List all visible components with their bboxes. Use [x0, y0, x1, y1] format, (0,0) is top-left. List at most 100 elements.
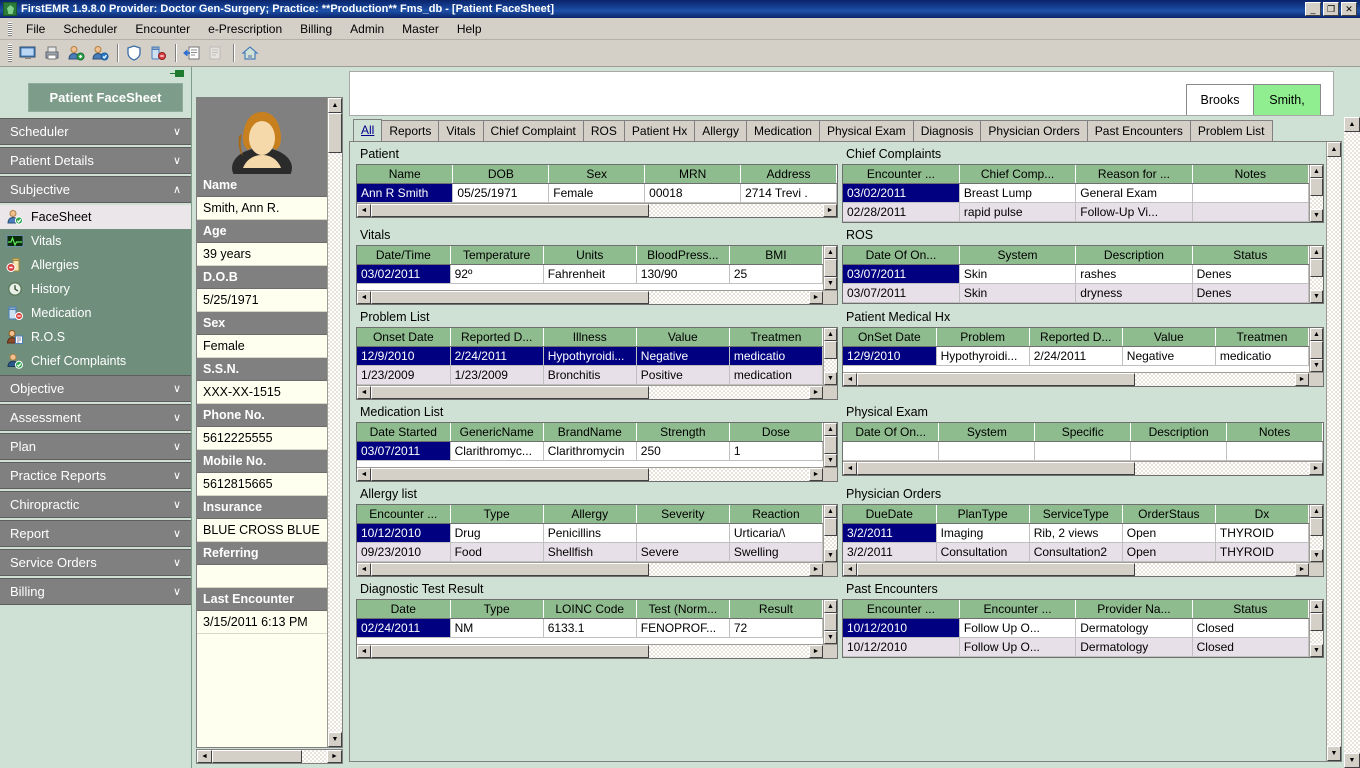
table-row[interactable]: 02/28/2011rapid pulseFollow-Up Vi...	[843, 203, 1309, 222]
restore-button[interactable]: ❐	[1323, 2, 1339, 16]
grid-horizontal-scrollbar[interactable]: ◄►	[357, 562, 837, 576]
column-header[interactable]: Status	[1192, 246, 1308, 265]
table-cell[interactable]: 12/9/2010	[843, 347, 936, 366]
scroll-down-icon[interactable]: ▼	[1310, 549, 1323, 562]
table-row[interactable]: 10/12/2010DrugPenicillins Urticaria/\	[357, 524, 823, 543]
column-header[interactable]: Reported D...	[450, 328, 543, 347]
table-row[interactable]: 3/2/2011ConsultationConsultation2OpenTHY…	[843, 543, 1309, 562]
column-header[interactable]: Treatmen	[729, 328, 822, 347]
patient-info-vertical-scrollbar[interactable]: ▲ ▼	[327, 98, 342, 747]
table-cell[interactable]: Open	[1122, 524, 1215, 543]
table-cell[interactable]: Closed	[1192, 619, 1308, 638]
sidebar-item-chief-complaints[interactable]: Chief Complaints	[0, 349, 191, 373]
scroll-up-icon[interactable]: ▲	[1310, 246, 1323, 259]
tab-patient-hx[interactable]: Patient Hx	[624, 120, 695, 141]
column-header[interactable]: Strength	[636, 423, 729, 442]
grid-vertical-scrollbar[interactable]: ▲▼	[823, 246, 837, 290]
table-cell[interactable]: Rib, 2 views	[1029, 524, 1122, 543]
table-cell[interactable]: 02/28/2011	[843, 203, 959, 222]
menu-item-master[interactable]: Master	[393, 20, 448, 38]
scroll-thumb[interactable]	[824, 518, 837, 536]
sidebar-group-billing[interactable]: Billing ∨	[0, 578, 191, 605]
table-cell[interactable]: NM	[450, 619, 543, 638]
table-cell[interactable]: Penicillins	[543, 524, 636, 543]
grid-horizontal-scrollbar[interactable]: ◄►	[843, 562, 1323, 576]
column-header[interactable]: PlanType	[936, 505, 1029, 524]
scroll-up-icon[interactable]: ▲	[1327, 142, 1341, 157]
table-cell[interactable]: 03/02/2011	[357, 265, 450, 284]
table-cell[interactable]: 03/07/2011	[843, 265, 959, 284]
table-cell[interactable]: Bronchitis	[543, 366, 636, 385]
column-header[interactable]: System	[939, 423, 1035, 442]
column-header[interactable]: Notes	[1192, 165, 1308, 184]
tab-ros[interactable]: ROS	[583, 120, 625, 141]
panel-vertical-scrollbar[interactable]: ▲ ▼	[1326, 142, 1341, 761]
scroll-track[interactable]	[824, 536, 837, 549]
scroll-left-icon[interactable]: ◄	[843, 462, 857, 475]
grid-horizontal-scrollbar[interactable]: ◄►	[357, 644, 837, 658]
scroll-up-icon[interactable]: ▲	[824, 600, 837, 613]
table-cell[interactable]: Fahrenheit	[543, 265, 636, 284]
tab-medication[interactable]: Medication	[746, 120, 820, 141]
patient-tab-smith[interactable]: Smith,	[1253, 84, 1321, 115]
scroll-track[interactable]	[824, 359, 837, 372]
grid-vertical-scrollbar[interactable]: ▲▼	[823, 328, 837, 385]
column-header[interactable]: Encounter ...	[357, 505, 450, 524]
scroll-up-icon[interactable]: ▲	[824, 505, 837, 518]
form-forward-icon[interactable]	[205, 43, 227, 64]
menu-item-file[interactable]: File	[17, 20, 54, 38]
column-header[interactable]: Date	[357, 600, 450, 619]
table-cell[interactable]: Shellfish	[543, 543, 636, 562]
scroll-up-icon[interactable]: ▲	[824, 423, 837, 436]
table-cell[interactable]: 03/02/2011	[843, 184, 959, 203]
table-cell[interactable]: 03/07/2011	[843, 284, 959, 303]
scroll-left-icon[interactable]: ◄	[843, 373, 857, 386]
table-cell[interactable]: Female	[549, 184, 645, 203]
table-cell[interactable]: THYROID	[1215, 543, 1308, 562]
column-header[interactable]: Units	[543, 246, 636, 265]
table-cell[interactable]: Closed	[1192, 638, 1308, 657]
scroll-right-icon[interactable]: ►	[1295, 563, 1309, 576]
table-cell[interactable]: dryness	[1076, 284, 1192, 303]
scroll-thumb[interactable]	[328, 113, 342, 153]
column-header[interactable]: OrderStaus	[1122, 505, 1215, 524]
table-cell[interactable]	[1192, 203, 1308, 222]
scroll-down-icon[interactable]: ▼	[1310, 644, 1323, 657]
table-cell[interactable]: Swelling	[729, 543, 822, 562]
scroll-thumb[interactable]	[824, 341, 837, 359]
home-icon[interactable]	[239, 43, 261, 64]
table-cell[interactable]: 25	[729, 265, 822, 284]
scroll-right-icon[interactable]: ►	[809, 386, 823, 399]
menu-item-billing[interactable]: Billing	[291, 20, 341, 38]
scroll-left-icon[interactable]: ◄	[357, 291, 371, 304]
patient-add-icon[interactable]	[65, 43, 87, 64]
table-row[interactable]: 09/23/2010FoodShellfishSevereSwelling	[357, 543, 823, 562]
tab-chief-complaint[interactable]: Chief Complaint	[483, 120, 584, 141]
medication-icon[interactable]	[147, 43, 169, 64]
table-cell[interactable]: Hypothyroidi...	[936, 347, 1029, 366]
sidebar-group-practice-reports[interactable]: Practice Reports ∨	[0, 462, 191, 489]
table-row[interactable]: 03/07/2011Clarithromyc...Clarithromycin2…	[357, 442, 823, 461]
table-cell[interactable]: General Exam	[1076, 184, 1192, 203]
scroll-thumb[interactable]	[824, 613, 837, 631]
menu-grip[interactable]	[8, 22, 12, 36]
menu-item-e-prescription[interactable]: e-Prescription	[199, 20, 291, 38]
column-header[interactable]: Value	[636, 328, 729, 347]
table-cell[interactable]: medication	[729, 366, 822, 385]
printer-icon[interactable]	[41, 43, 63, 64]
table-cell[interactable]: 1/23/2009	[450, 366, 543, 385]
column-header[interactable]: DueDate	[843, 505, 936, 524]
table-cell[interactable]: Ann R Smith	[357, 184, 453, 203]
column-header[interactable]: Encounter ...	[959, 600, 1075, 619]
scroll-up-icon[interactable]: ▲	[1310, 505, 1323, 518]
scroll-down-icon[interactable]: ▼	[824, 277, 837, 290]
column-header[interactable]: BrandName	[543, 423, 636, 442]
scroll-down-icon[interactable]: ▼	[328, 732, 342, 747]
scroll-thumb[interactable]	[1310, 518, 1323, 536]
scroll-up-icon[interactable]: ▲	[1344, 117, 1360, 132]
menu-item-scheduler[interactable]: Scheduler	[54, 20, 126, 38]
column-header[interactable]: Type	[450, 505, 543, 524]
scroll-track[interactable]	[328, 153, 342, 732]
menu-item-help[interactable]: Help	[448, 20, 491, 38]
column-header[interactable]: Reported D...	[1029, 328, 1122, 347]
